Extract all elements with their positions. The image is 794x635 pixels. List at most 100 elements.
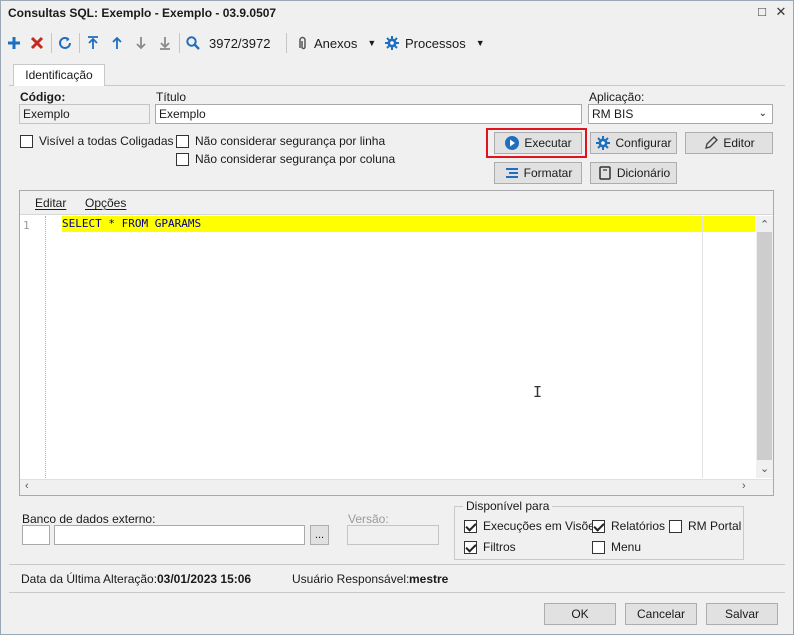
first-record-button[interactable] <box>85 32 101 54</box>
dictionary-button[interactable]: Dicionário <box>590 162 677 184</box>
scroll-down-icon[interactable]: ⌄ <box>760 462 769 475</box>
ignore-row-security-label: Não considerar segurança por linha <box>195 134 386 148</box>
scroll-up-icon[interactable]: ⌃ <box>760 218 769 231</box>
option-menu[interactable]: Menu <box>592 540 641 554</box>
chevron-down-icon: ⌄ <box>758 108 767 119</box>
version-label: Versão: <box>348 512 389 526</box>
vertical-scrollbar[interactable]: ⌃ ⌄ <box>756 216 773 478</box>
dictionary-label: Dicionário <box>616 166 671 180</box>
format-label: Formatar <box>523 166 573 180</box>
line-number: 1 <box>23 219 30 232</box>
line-number-gutter: 1 <box>20 216 46 478</box>
execute-button[interactable]: Executar <box>494 132 582 154</box>
next-icon <box>136 37 146 50</box>
cancel-button[interactable]: Cancelar <box>625 603 697 625</box>
external-db-label: Banco de dados externo: <box>22 512 156 526</box>
chevron-down-icon: ▼ <box>475 38 485 48</box>
dialog-window: Consultas SQL: Exemplo - Exemplo - 03.9.… <box>0 0 794 635</box>
last-change-label: Data da Última Alteração: <box>21 572 158 586</box>
last-icon <box>160 37 170 50</box>
menu-edit[interactable]: Editar <box>35 196 66 210</box>
editor-button[interactable]: Editor <box>685 132 773 154</box>
external-db-name-field[interactable] <box>54 525 305 545</box>
search-icon <box>186 36 200 50</box>
application-value: RM BIS <box>592 107 634 121</box>
close-window-button[interactable]: ✕ <box>773 4 789 20</box>
search-button[interactable]: 3972/3972 <box>185 32 270 54</box>
next-record-button[interactable] <box>133 32 149 54</box>
ignore-row-security-checkbox[interactable]: Não considerar segurança por linha <box>176 134 385 148</box>
format-button[interactable]: Formatar <box>494 162 582 184</box>
visible-all-checkbox[interactable]: Visível a todas Coligadas <box>20 134 174 148</box>
format-icon <box>505 168 518 178</box>
first-icon <box>88 36 98 49</box>
last-record-button[interactable] <box>157 32 173 54</box>
previous-icon <box>112 36 122 49</box>
option-filters[interactable]: Filtros <box>464 540 516 554</box>
add-icon <box>8 37 20 49</box>
title-bar: Consultas SQL: Exemplo - Exemplo - 03.9.… <box>1 1 793 25</box>
processes-label: Processos <box>405 35 466 51</box>
option-label: Menu <box>611 540 642 554</box>
available-for-group: Disponível para Execuções em Visões Rela… <box>454 499 744 560</box>
option-label: Filtros <box>483 540 516 554</box>
option-label: RM Portal <box>688 519 742 533</box>
delete-icon <box>30 36 44 50</box>
horizontal-scrollbar[interactable]: ‹ › <box>20 479 773 495</box>
last-change-value: 03/01/2023 15:06 <box>157 572 252 586</box>
option-rm-portal[interactable]: RM Portal <box>669 519 741 533</box>
attachments-label: Anexos <box>314 35 358 51</box>
external-db-code-field[interactable] <box>22 525 50 545</box>
book-icon <box>599 166 611 180</box>
option-reports[interactable]: Relatórios <box>592 519 665 533</box>
configure-label: Configurar <box>615 136 672 150</box>
version-field <box>347 525 439 545</box>
save-button[interactable]: Salvar <box>706 603 778 625</box>
sql-code-line[interactable]: SELECT * FROM GPARAMS <box>62 217 201 230</box>
menu-options[interactable]: Opções <box>85 196 126 210</box>
vertical-scroll-thumb[interactable] <box>757 232 772 460</box>
delete-button[interactable] <box>29 32 45 54</box>
ignore-column-security-checkbox[interactable]: Não considerar segurança por coluna <box>176 152 395 166</box>
text-cursor-icon: I <box>533 383 543 401</box>
pencil-icon <box>705 136 719 149</box>
ignore-column-security-label: Não considerar segurança por coluna <box>195 152 396 166</box>
add-button[interactable] <box>6 32 22 54</box>
scroll-right-icon[interactable]: › <box>742 480 746 492</box>
configure-button[interactable]: Configurar <box>590 132 677 154</box>
title-label: Título <box>156 90 187 104</box>
attachments-menu[interactable]: Anexos ▼ <box>294 32 376 54</box>
option-label: Relatórios <box>611 519 666 533</box>
paperclip-icon <box>299 36 306 50</box>
tab-identificacao[interactable]: Identificação <box>13 64 105 86</box>
code-label: Código: <box>20 90 66 104</box>
editor-label: Editor <box>723 136 755 150</box>
play-icon <box>505 136 520 150</box>
processes-menu[interactable]: Processos ▼ <box>384 32 485 54</box>
code-field[interactable]: Exemplo <box>19 104 150 124</box>
chevron-down-icon: ▼ <box>367 38 377 48</box>
editor-menu-bar: Editar Opções <box>20 191 773 215</box>
user-label: Usuário Responsável: <box>292 572 410 586</box>
user-value: mestre <box>409 572 449 586</box>
option-executions-in-views[interactable]: Execuções em Visões <box>464 519 601 533</box>
available-for-title: Disponível para <box>463 499 553 513</box>
previous-record-button[interactable] <box>109 32 125 54</box>
refresh-button[interactable] <box>57 32 73 54</box>
application-select[interactable]: RM BIS ⌄ <box>588 104 773 124</box>
browse-button[interactable]: ... <box>310 525 329 545</box>
scroll-left-icon[interactable]: ‹ <box>25 480 29 492</box>
maximize-button[interactable]: □ <box>754 4 770 20</box>
sql-editor[interactable]: Editar Opções 1 SELECT * FROM GPARAMS ⌃ … <box>19 190 774 496</box>
option-label: Execuções em Visões <box>483 519 601 533</box>
record-counter: 3972/3972 <box>209 35 271 51</box>
title-field[interactable]: Exemplo <box>155 104 582 124</box>
ok-button[interactable]: OK <box>544 603 616 625</box>
refresh-icon <box>59 36 71 49</box>
gear-icon <box>385 36 399 50</box>
visible-all-label: Visível a todas Coligadas <box>39 134 174 148</box>
gear-icon <box>596 136 611 150</box>
window-title: Consultas SQL: Exemplo - Exemplo - 03.9.… <box>8 6 277 20</box>
application-label: Aplicação: <box>589 90 645 104</box>
execute-label: Executar <box>524 136 572 150</box>
